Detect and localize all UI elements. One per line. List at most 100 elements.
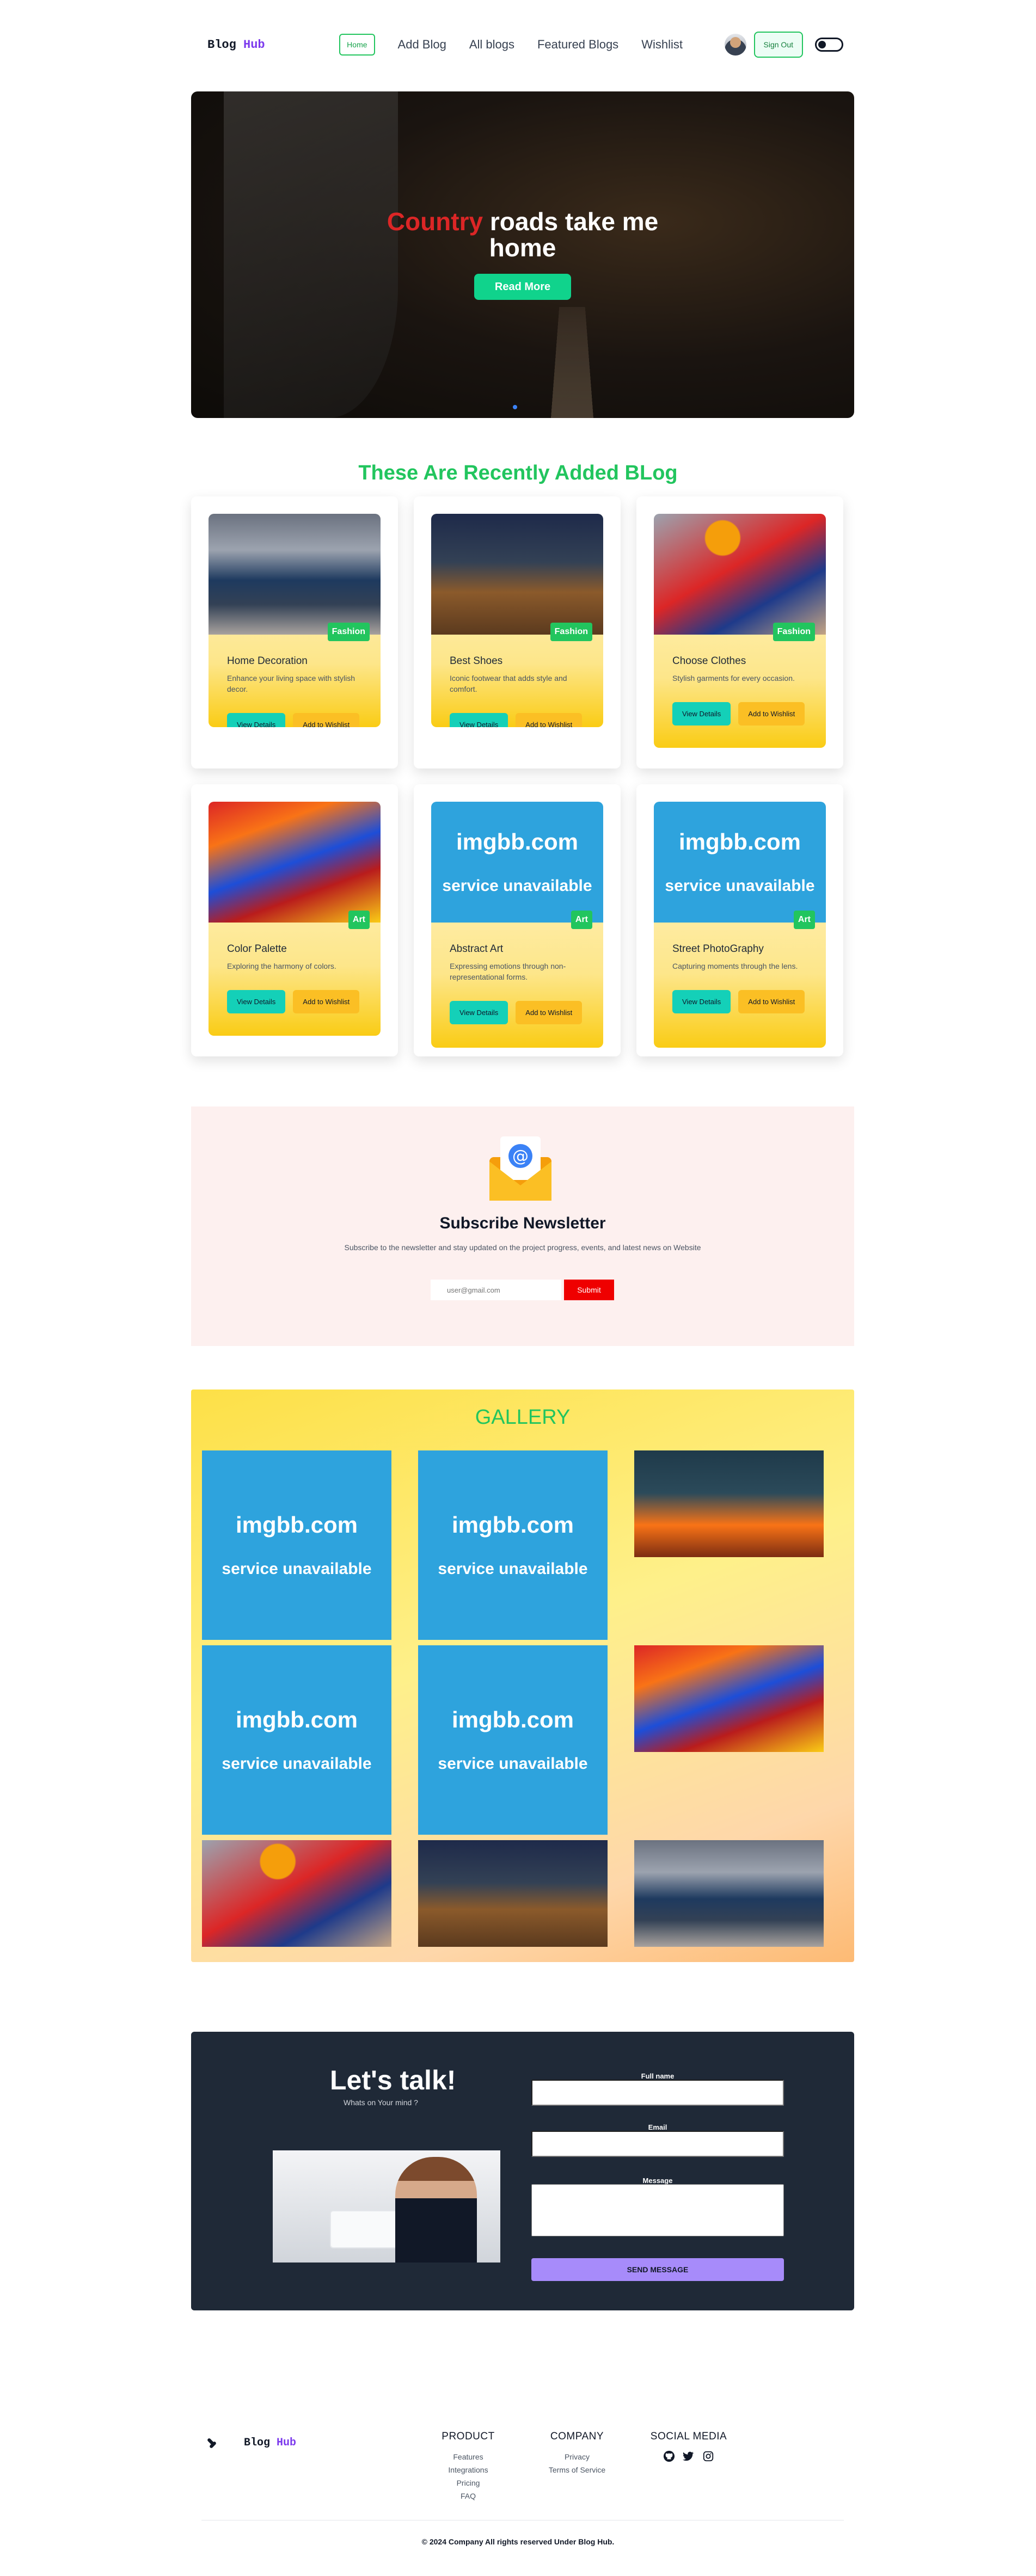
gallery-image-palette[interactable] (634, 1645, 824, 1752)
footer-link-pricing[interactable]: Pricing (425, 2476, 512, 2489)
add-to-wishlist-button[interactable]: Add to Wishlist (738, 990, 805, 1013)
blog-card: imgbb.com service unavailable Art Street… (636, 784, 843, 1056)
newsletter-description: Subscribe to the newsletter and stay upd… (344, 1243, 701, 1252)
full-name-label: Full name (641, 2072, 675, 2080)
twitter-icon[interactable] (683, 2450, 695, 2462)
newsletter-section: @ Subscribe Newsletter Subscribe to the … (191, 1106, 854, 1346)
gallery-image-clothes[interactable] (202, 1840, 391, 1947)
footer-link-faq[interactable]: FAQ (425, 2489, 512, 2503)
footer-logo-text: Blog Hub (244, 2437, 296, 2449)
blog-card: Fashion Best Shoes Iconic footwear that … (414, 496, 621, 769)
nav-links: Home Add Blog All blogs Featured Blogs W… (339, 34, 683, 56)
blog-title: Color Palette (227, 943, 287, 955)
blog-title: Best Shoes (450, 655, 503, 667)
newsletter-email-input[interactable] (431, 1280, 561, 1300)
view-details-button[interactable]: View Details (227, 713, 286, 727)
category-badge: Fashion (327, 623, 370, 641)
view-details-button[interactable]: View Details (672, 990, 731, 1013)
add-to-wishlist-button[interactable]: Add to Wishlist (293, 990, 360, 1013)
read-more-button[interactable]: Read More (474, 274, 571, 300)
newsletter-title: Subscribe Newsletter (439, 1214, 606, 1232)
blog-card-inner: Fashion Best Shoes Iconic footwear that … (431, 514, 603, 727)
blog-title: Home Decoration (227, 655, 308, 667)
gallery-image-sunset-sky[interactable] (634, 1450, 824, 1557)
add-to-wishlist-button[interactable]: Add to Wishlist (293, 713, 360, 727)
gallery-image-unavailable[interactable]: imgbb.com service unavailable (202, 1645, 391, 1835)
footer-link-terms[interactable]: Terms of Service (539, 2463, 615, 2476)
instagram-icon[interactable] (702, 2450, 714, 2462)
svg-text:@: @ (512, 1147, 529, 1166)
footer-social-title: SOCIAL MEDIA (650, 2431, 727, 2442)
gallery-image-unavailable[interactable]: imgbb.com service unavailable (418, 1645, 608, 1835)
email-field[interactable] (531, 2131, 784, 2157)
user-avatar[interactable] (724, 34, 746, 56)
blog-card-inner: imgbb.com service unavailable Art Street… (654, 802, 826, 1048)
blog-image-clothes: Fashion (654, 514, 826, 641)
nav-link-add-blog[interactable]: Add Blog (398, 38, 446, 52)
nav-link-featured-blogs[interactable]: Featured Blogs (537, 38, 618, 52)
site-logo[interactable]: Blog Hub (191, 38, 265, 52)
blog-card: Art Color Palette Exploring the harmony … (191, 784, 398, 1056)
message-field[interactable] (531, 2184, 784, 2236)
gallery-image-shoes[interactable] (418, 1840, 608, 1947)
blog-card-inner: Fashion Choose Clothes Stylish garments … (654, 514, 826, 748)
add-to-wishlist-button[interactable]: Add to Wishlist (516, 713, 583, 727)
footer-logo[interactable]: Blog Hub (207, 2437, 296, 2449)
blog-title: Choose Clothes (672, 655, 746, 667)
theme-toggle[interactable] (815, 38, 843, 52)
view-details-button[interactable]: View Details (450, 713, 508, 727)
category-badge: Art (793, 911, 815, 929)
send-message-button[interactable]: SEND MESSAGE (531, 2258, 784, 2281)
blog-description: Iconic footwear that adds style and comf… (450, 674, 567, 693)
github-icon[interactable] (663, 2450, 675, 2462)
imgbb-line2: service unavailable (222, 1560, 372, 1578)
blog-description: Capturing moments through the lens. (672, 962, 798, 970)
blog-description: Enhance your living space with stylish d… (227, 674, 355, 693)
view-details-button[interactable]: View Details (450, 1001, 508, 1024)
copyright-text: © 2024 Company All rights reserved Under… (421, 2537, 615, 2546)
carousel-dot[interactable] (513, 405, 517, 409)
footer-company-column: COMPANY Privacy Terms of Service (539, 2431, 615, 2476)
gallery-image-unavailable[interactable]: imgbb.com service unavailable (202, 1450, 391, 1640)
recent-blogs-title: These Are Recently Added BLog (358, 462, 678, 484)
blog-description: Stylish garments for every occasion. (672, 674, 795, 683)
blog-image-palette: Art (209, 802, 381, 929)
imgbb-line2: service unavailable (222, 1755, 372, 1773)
footer-link-privacy[interactable]: Privacy (539, 2450, 615, 2463)
contact-title: Let's talk! (330, 2065, 456, 2095)
gallery-image-sofa[interactable] (634, 1840, 824, 1947)
blog-card: imgbb.com service unavailable Art Abstra… (414, 784, 621, 1056)
full-name-field[interactable] (531, 2080, 784, 2106)
view-details-button[interactable]: View Details (672, 702, 731, 726)
contact-section: Let's talk! Whats on Your mind ? Full na… (191, 2032, 854, 2310)
sign-out-button[interactable]: Sign Out (753, 32, 803, 58)
blog-image-shoes: Fashion (431, 514, 603, 641)
email-label: Email (648, 2123, 667, 2131)
blog-image-unavailable: imgbb.com service unavailable Art (431, 802, 603, 929)
nav-link-all-blogs[interactable]: All blogs (469, 38, 514, 52)
gallery-image-unavailable[interactable]: imgbb.com service unavailable (418, 1450, 608, 1640)
footer-social-column: SOCIAL MEDIA (642, 2431, 735, 2462)
add-to-wishlist-button[interactable]: Add to Wishlist (738, 702, 805, 726)
blog-card: Fashion Home Decoration Enhance your liv… (191, 496, 398, 769)
category-badge: Art (348, 911, 370, 929)
view-details-button[interactable]: View Details (227, 990, 286, 1013)
blog-card-inner: Art Color Palette Exploring the harmony … (209, 802, 381, 1036)
footer-logo-main: Blog (244, 2437, 271, 2449)
imgbb-line1: imgbb.com (678, 829, 801, 854)
logo-text: Blog (207, 38, 236, 52)
footer-link-features[interactable]: Features (425, 2450, 512, 2463)
logo-accent-text: Hub (243, 38, 265, 52)
hero-railway-image (550, 307, 594, 418)
add-to-wishlist-button[interactable]: Add to Wishlist (516, 1001, 583, 1024)
recent-blogs-grid: Fashion Home Decoration Enhance your liv… (191, 496, 854, 1056)
imgbb-line2: service unavailable (665, 877, 815, 895)
category-badge: Art (571, 911, 592, 929)
nav-link-wishlist[interactable]: Wishlist (641, 38, 683, 52)
category-badge: Fashion (773, 623, 815, 641)
footer-link-integrations[interactable]: Integrations (425, 2463, 512, 2476)
support-agent-image (395, 2157, 477, 2263)
nav-link-home[interactable]: Home (339, 34, 375, 56)
blog-card: Fashion Choose Clothes Stylish garments … (636, 496, 843, 769)
newsletter-submit-button[interactable]: Submit (564, 1280, 614, 1300)
